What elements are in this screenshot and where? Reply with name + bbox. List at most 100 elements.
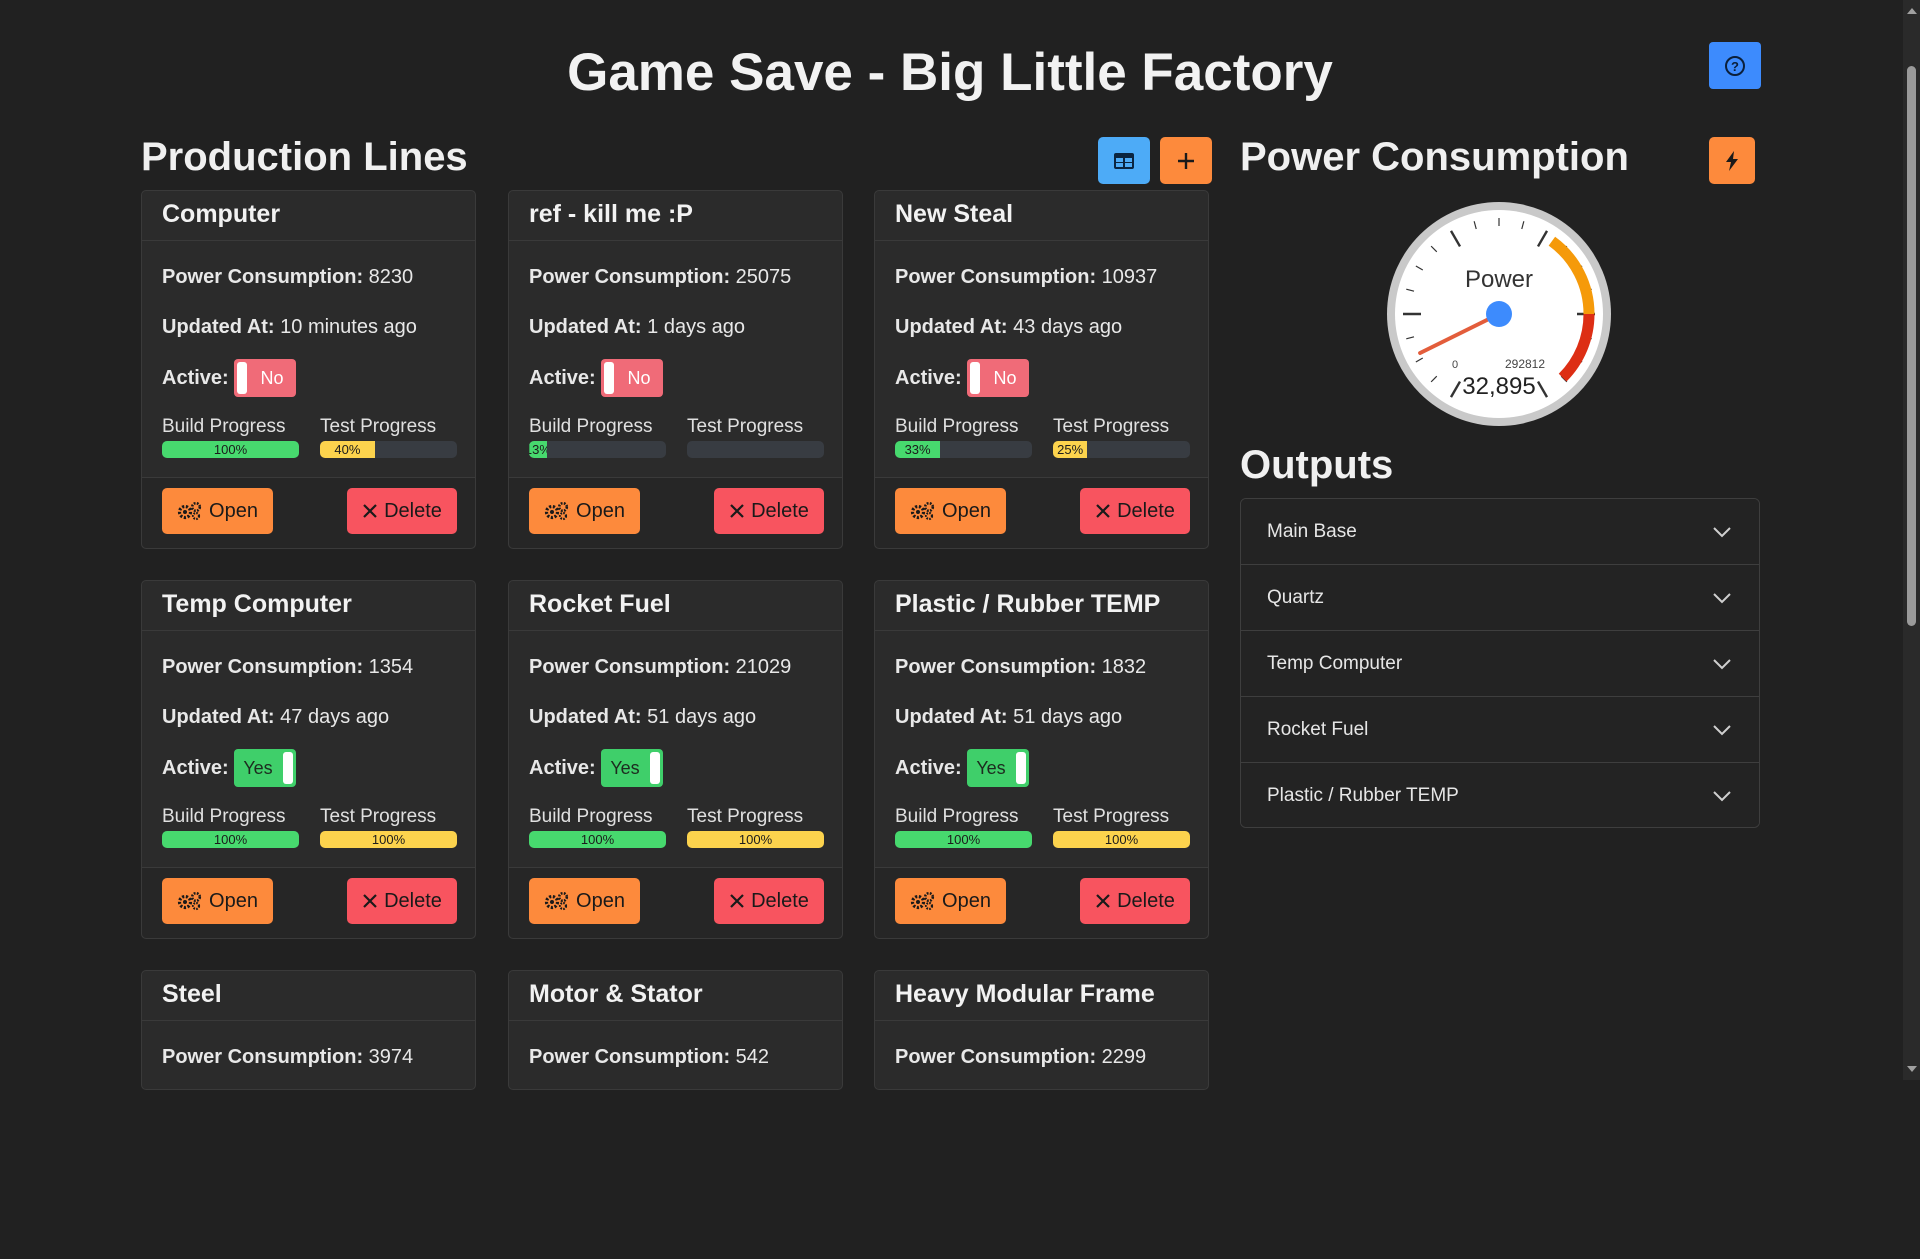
test-progress-bar: 100% — [687, 831, 824, 848]
test-progress-label: Test Progress — [1053, 806, 1170, 827]
power-value: 8230 — [368, 266, 414, 288]
gauge-label: Power — [1465, 266, 1533, 293]
chevron-down-icon — [1713, 527, 1731, 538]
test-progress-label: Test Progress — [320, 806, 437, 827]
test-progress-label: Test Progress — [1053, 416, 1170, 437]
build-progress-bar: 100% — [895, 831, 1032, 848]
build-progress-label: Build Progress — [162, 416, 286, 437]
build-progress-fill: 100% — [162, 831, 299, 848]
add-production-line-button[interactable] — [1160, 137, 1212, 184]
x-icon — [1096, 894, 1110, 908]
open-button[interactable]: Open — [895, 878, 1006, 924]
updated-value: 47 days ago — [280, 706, 390, 728]
power-consumption-row: Power Consumption: 25075 — [529, 266, 792, 288]
production-lines-title: Production Lines — [141, 135, 468, 179]
test-progress-fill: 40% — [320, 441, 375, 458]
toggle-knob — [283, 752, 293, 784]
open-button[interactable]: Open — [529, 488, 640, 534]
toggle-knob — [1016, 752, 1026, 784]
active-toggle[interactable]: No — [967, 359, 1029, 397]
build-progress-fill: 33% — [895, 441, 941, 458]
production-line-card: Computer Power Consumption: 8230 Updated… — [141, 190, 476, 549]
table-view-button[interactable] — [1098, 137, 1150, 184]
output-accordion-item[interactable]: Main Base — [1241, 499, 1759, 565]
test-progress-bar — [687, 441, 824, 458]
output-accordion-item[interactable]: Rocket Fuel — [1241, 697, 1759, 763]
power-consumption-row: Power Consumption: 1354 — [162, 656, 414, 678]
power-value: 10937 — [1101, 266, 1158, 288]
card-footer: Open Delete — [142, 477, 475, 548]
delete-button[interactable]: Delete — [1080, 878, 1190, 924]
test-progress-label: Test Progress — [687, 416, 804, 437]
card-title: Computer — [142, 191, 475, 241]
output-accordion-item[interactable]: Temp Computer — [1241, 631, 1759, 697]
output-label: Quartz — [1267, 587, 1325, 608]
delete-button[interactable]: Delete — [714, 878, 824, 924]
active-row: Active: Yes — [895, 749, 1029, 787]
active-toggle[interactable]: No — [601, 359, 663, 397]
card-footer: Open Delete — [875, 477, 1208, 548]
open-button[interactable]: Open — [162, 878, 273, 924]
power-consumption-row: Power Consumption: 2299 — [895, 1046, 1147, 1068]
power-button[interactable] — [1709, 137, 1755, 184]
scroll-down-arrow[interactable] — [1907, 1066, 1917, 1072]
open-button[interactable]: Open — [529, 878, 640, 924]
scroll-up-arrow[interactable] — [1907, 8, 1917, 14]
power-gauge: Power 0 292812 32,895 — [1385, 200, 1613, 428]
active-row: Active: No — [895, 359, 1029, 397]
production-line-card: Rocket Fuel Power Consumption: 21029 Upd… — [508, 580, 843, 939]
active-toggle[interactable]: Yes — [601, 749, 663, 787]
power-consumption-row: Power Consumption: 1832 — [895, 656, 1147, 678]
build-progress-bar: 100% — [529, 831, 666, 848]
power-consumption-row: Power Consumption: 21029 — [529, 656, 792, 678]
output-accordion-item[interactable]: Plastic / Rubber TEMP — [1241, 763, 1759, 827]
test-progress-fill: 100% — [320, 831, 457, 848]
card-title: Motor & Stator — [509, 971, 842, 1021]
test-progress-bar: 40% — [320, 441, 457, 458]
open-button[interactable]: Open — [162, 488, 273, 534]
delete-button[interactable]: Delete — [714, 488, 824, 534]
gauge-min: 0 — [1452, 359, 1458, 371]
card-footer: Open Delete — [875, 867, 1208, 938]
test-progress-bar: 100% — [1053, 831, 1190, 848]
power-consumption-row: Power Consumption: 8230 — [162, 266, 414, 288]
updated-at-row: Updated At: 47 days ago — [162, 706, 390, 728]
card-footer: Open Delete — [142, 867, 475, 938]
power-consumption-title: Power Consumption — [1240, 135, 1629, 179]
power-consumption-row: Power Consumption: 542 — [529, 1046, 770, 1068]
test-progress-bar: 100% — [320, 831, 457, 848]
svg-text:?: ? — [1731, 59, 1739, 74]
production-line-card: Plastic / Rubber TEMP Power Consumption:… — [874, 580, 1209, 939]
production-line-card: Heavy Modular Frame Power Consumption: 2… — [874, 970, 1209, 1090]
delete-button[interactable]: Delete — [347, 488, 457, 534]
scrollbar[interactable] — [1903, 0, 1920, 1080]
open-button[interactable]: Open — [895, 488, 1006, 534]
card-title: Temp Computer — [142, 581, 475, 631]
question-circle-icon: ? — [1725, 55, 1745, 76]
gauge-max: 292812 — [1505, 357, 1545, 371]
scroll-thumb[interactable] — [1907, 66, 1916, 626]
delete-button[interactable]: Delete — [1080, 488, 1190, 534]
lightning-icon — [1726, 150, 1738, 171]
production-line-card: Motor & Stator Power Consumption: 542 — [508, 970, 843, 1090]
test-progress-label: Test Progress — [687, 806, 804, 827]
build-progress-label: Build Progress — [162, 806, 286, 827]
build-progress-bar: 100% — [162, 441, 299, 458]
x-icon — [363, 504, 377, 518]
output-accordion-item[interactable]: Quartz — [1241, 565, 1759, 631]
delete-button[interactable]: Delete — [347, 878, 457, 924]
active-toggle[interactable]: Yes — [234, 749, 296, 787]
chevron-down-icon — [1713, 791, 1731, 802]
updated-at-row: Updated At: 43 days ago — [895, 316, 1123, 338]
updated-at-row: Updated At: 10 minutes ago — [162, 316, 417, 338]
active-toggle[interactable]: No — [234, 359, 296, 397]
updated-value: 51 days ago — [647, 706, 757, 728]
power-value: 25075 — [735, 266, 792, 288]
card-title: New Steal — [875, 191, 1208, 241]
help-button[interactable]: ? — [1709, 42, 1761, 89]
active-toggle[interactable]: Yes — [967, 749, 1029, 787]
page-title: Game Save - Big Little Factory — [567, 43, 1333, 102]
updated-value: 51 days ago — [1013, 706, 1123, 728]
build-progress-fill: 13% — [529, 441, 547, 458]
build-progress-bar: 13% — [529, 441, 666, 458]
